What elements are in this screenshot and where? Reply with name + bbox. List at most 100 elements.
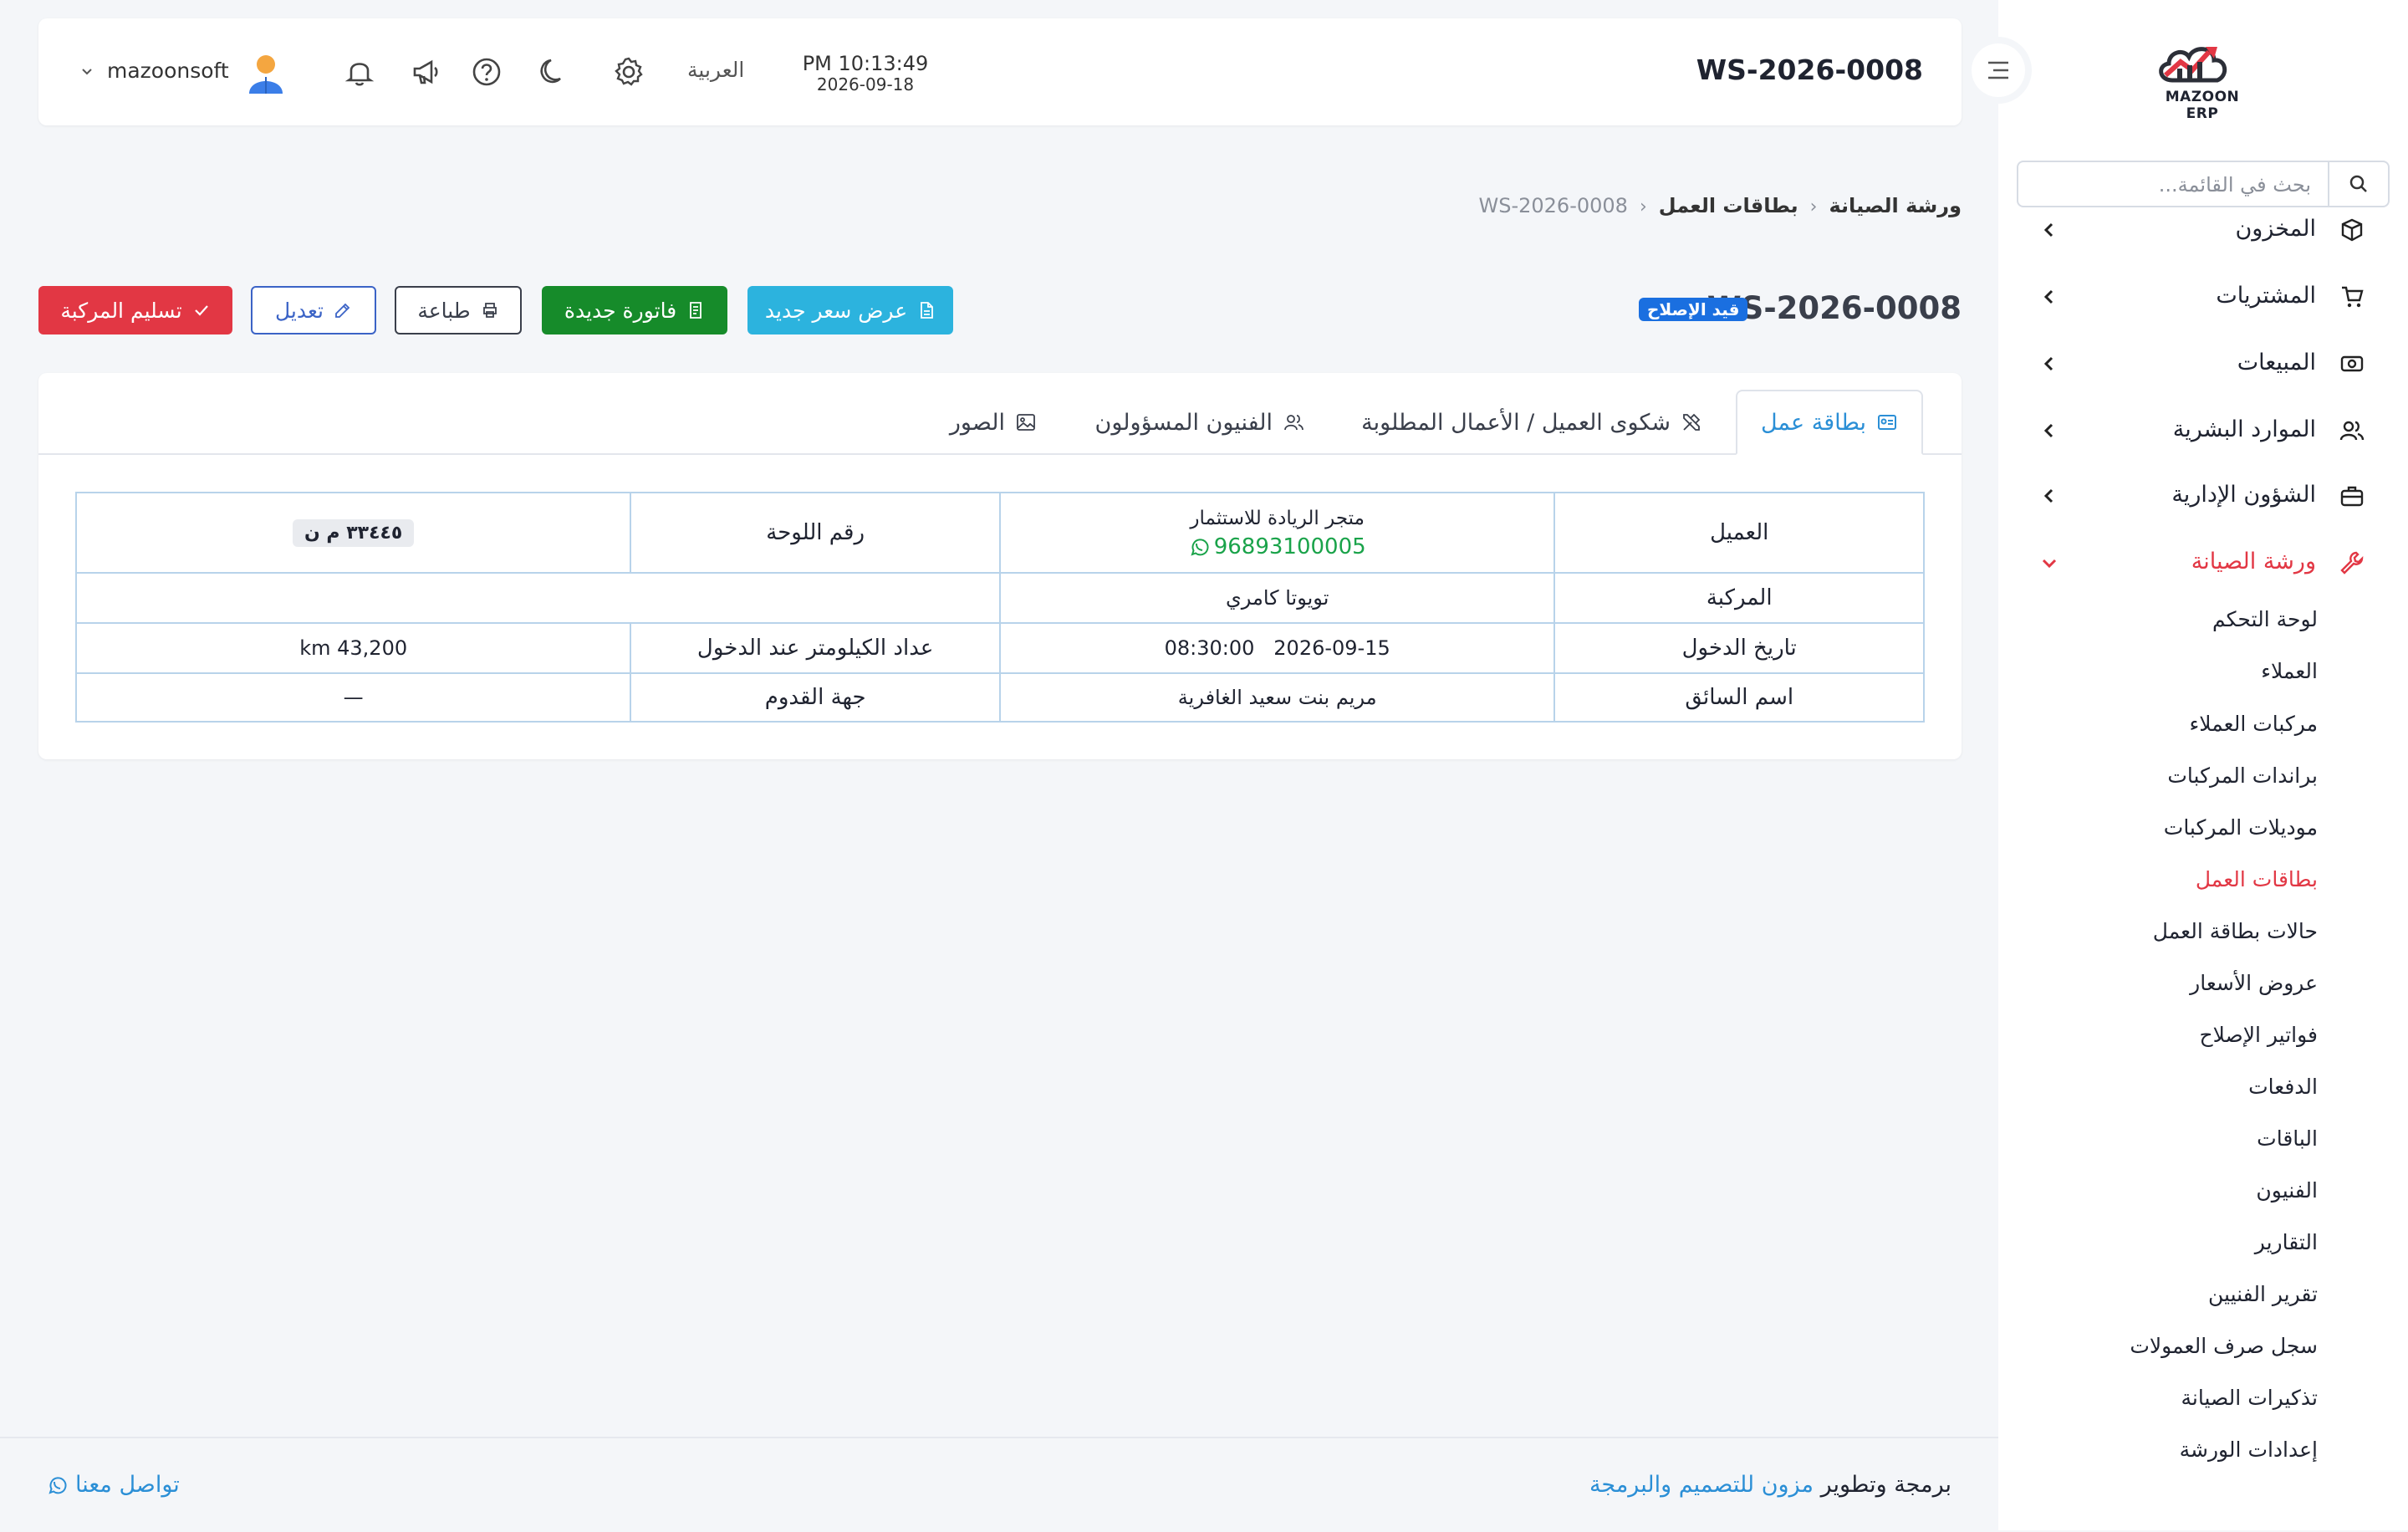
edit-icon xyxy=(335,303,350,318)
chevron-down-icon[interactable] xyxy=(80,65,94,79)
search-icon xyxy=(2349,175,2367,192)
sidebar-subitem-customer-vehicles[interactable]: مركبات العملاء xyxy=(2190,712,2318,736)
breadcrumb: ورشة الصيانة ‹ بطاقات العمل ‹ WS-2026-0008 xyxy=(1479,194,1962,217)
sidebar-subitem-reports[interactable]: التقارير xyxy=(2255,1230,2318,1254)
deliver-vehicle-button[interactable]: تسليم المركبة xyxy=(38,286,232,334)
footer: برمجة وتطوير مزون للتصميم والبرمجة تواصل… xyxy=(0,1437,1998,1532)
tab-complaints-label: شكوى العميل / الأعمال المطلوبة xyxy=(1361,409,1671,436)
megaphone-icon[interactable] xyxy=(410,55,443,89)
new-invoice-label: فاتورة جديدة xyxy=(564,298,677,323)
sidebar-item-inventory[interactable]: المخزون xyxy=(2023,207,2375,253)
sidebar-item-hr[interactable]: الموارد البشرية xyxy=(2023,408,2375,453)
tab-complaints[interactable]: شكوى العميل / الأعمال المطلوبة xyxy=(1361,390,1702,455)
sidebar-item-label: ورشة الصيانة xyxy=(2191,549,2316,574)
users-icon xyxy=(2339,421,2365,441)
tools-icon xyxy=(1683,413,1701,431)
contact-us-label: تواصل معنا xyxy=(75,1472,180,1498)
tab-technicians-label: الفنيون المسؤولون xyxy=(1094,409,1273,436)
table-row: تاريخ الدخول 2026-09-15 08:30:00 عداد ال… xyxy=(74,622,1925,674)
sidebar-item-workshop[interactable]: ورشة الصيانة xyxy=(2023,540,2375,585)
avatar[interactable] xyxy=(246,52,286,95)
entry-date-label: تاريخ الدخول xyxy=(1553,622,1925,674)
whatsapp-icon xyxy=(1191,538,1209,556)
sidebar-subitem-dashboard[interactable]: لوحة التحكم xyxy=(2212,607,2318,631)
tab-technicians[interactable]: الفنيون المسؤولون xyxy=(1095,390,1304,455)
sidebar-subitem-customers[interactable]: العملاء xyxy=(2261,659,2318,683)
sidebar-subitem-maintenance-reminders[interactable]: تذكيرات الصيانة xyxy=(2181,1386,2318,1410)
sidebar-subitem-quotations[interactable]: عروض الأسعار xyxy=(2190,971,2318,995)
vehicle-value: تويوتا كامري xyxy=(998,572,1556,624)
menu-icon xyxy=(1988,61,2008,79)
sidebar-item-admin[interactable]: الشؤون الإدارية xyxy=(2023,473,2375,518)
cart-icon xyxy=(2342,286,2364,308)
document-icon xyxy=(921,302,934,319)
sidebar-item-label: الموارد البشرية xyxy=(2172,416,2316,442)
sidebar-subitem-payments[interactable]: الدفعات xyxy=(2248,1075,2318,1099)
help-icon[interactable] xyxy=(470,55,503,89)
sidebar-item-label: الشؤون الإدارية xyxy=(2171,482,2316,508)
sidebar-subitem-commission-log[interactable]: سجل صرف العمولات xyxy=(2130,1334,2318,1358)
sidebar-toggle[interactable] xyxy=(1965,37,2032,104)
box-icon xyxy=(2341,218,2363,242)
plate-cell: ٣٣٤٤٥ م ن xyxy=(74,492,632,574)
edit-button[interactable]: تعديل xyxy=(251,286,376,334)
whatsapp-icon xyxy=(48,1476,67,1494)
sidebar-search-input[interactable] xyxy=(2042,171,2313,199)
sidebar-subitem-vehicle-models[interactable]: موديلات المركبات xyxy=(2164,815,2318,840)
sidebar-subitem-workshop-settings[interactable]: إعدادات الورشة xyxy=(2180,1438,2318,1462)
sidebar-subitem-packages[interactable]: الباقات xyxy=(2257,1126,2318,1151)
app-logo[interactable]: MAZOON ERP xyxy=(2147,37,2258,122)
footer-credit-prefix: برمجة وتطوير xyxy=(1820,1472,1951,1498)
bell-icon[interactable] xyxy=(343,55,376,89)
tab-job-card[interactable]: بطاقة عمل xyxy=(1735,390,1923,455)
image-icon xyxy=(1017,414,1035,431)
briefcase-icon xyxy=(2340,486,2364,507)
sidebar-subitem-technicians[interactable]: الفنيون xyxy=(2256,1178,2318,1203)
sidebar-subitem-repair-invoices[interactable]: فواتير الإصلاح xyxy=(2199,1023,2318,1047)
username[interactable]: mazoonsoft xyxy=(107,59,229,83)
sidebar-item-sales[interactable]: المبيعات xyxy=(2023,341,2375,386)
sidebar-toggle-button[interactable] xyxy=(1972,43,2025,97)
gear-icon[interactable] xyxy=(612,55,645,89)
new-quote-button[interactable]: عرض سعر جديد xyxy=(747,286,953,334)
job-info-table: العميل متجر الريادة للاستثمار 9689310000… xyxy=(74,492,1925,723)
sidebar-search[interactable] xyxy=(2017,161,2390,207)
table-row: العميل متجر الريادة للاستثمار 9689310000… xyxy=(74,492,1925,574)
driver-value: مريم بنت سعيد الغافرية xyxy=(998,672,1556,723)
breadcrumb-root[interactable]: ورشة الصيانة xyxy=(1829,194,1962,217)
customer-phone-link[interactable]: 96893100005 xyxy=(1189,533,1366,561)
sidebar-subitem-job-cards[interactable]: بطاقات العمل xyxy=(2196,867,2318,891)
new-quote-label: عرض سعر جديد xyxy=(764,298,908,323)
top-header: WS-2026-0008 PM 10:13:49 2026-09-18 العر… xyxy=(38,18,1962,125)
chevron-left-icon xyxy=(2043,356,2053,371)
customer-phone: 96893100005 xyxy=(1213,534,1366,559)
breadcrumb-section[interactable]: بطاقات العمل xyxy=(1659,194,1798,217)
wrench-icon xyxy=(2340,551,2364,574)
print-button[interactable]: طباعة xyxy=(395,286,522,334)
language-switch[interactable]: العربية xyxy=(687,58,744,82)
sidebar-item-purchases[interactable]: المشتريات xyxy=(2023,274,2375,319)
tab-photos[interactable]: الصور xyxy=(950,390,1037,455)
sidebar-item-label: المشتريات xyxy=(2216,283,2316,309)
contact-us-link[interactable]: تواصل معنا xyxy=(47,1472,180,1498)
vehicle-label: المركبة xyxy=(1553,572,1925,624)
sidebar-subitem-technician-report[interactable]: تقرير الفنيين xyxy=(2208,1282,2318,1306)
header-title: WS-2026-0008 xyxy=(1696,54,1923,86)
moon-icon[interactable] xyxy=(537,55,570,89)
deliver-vehicle-label: تسليم المركبة xyxy=(60,298,182,323)
plate-label: رقم اللوحة xyxy=(630,492,1001,574)
search-button[interactable] xyxy=(2328,162,2388,206)
tab-job-card-label: بطاقة عمل xyxy=(1760,409,1866,436)
breadcrumb-current: WS-2026-0008 xyxy=(1478,194,1628,217)
sidebar-subitem-vehicle-brands[interactable]: براندات المركبات xyxy=(2167,763,2318,788)
footer-company-link[interactable]: مزون للتصميم والبرمجة xyxy=(1589,1472,1814,1498)
entry-datetime: 2026-09-15 08:30:00 xyxy=(998,622,1556,674)
tab-photos-label: الصور xyxy=(949,409,1005,436)
table-row: المركبة تويوتا كامري xyxy=(75,572,1925,624)
sidebar-item-label: المبيعات xyxy=(2237,350,2316,375)
cash-icon xyxy=(2340,355,2364,372)
new-invoice-button[interactable]: فاتورة جديدة xyxy=(542,286,727,334)
sidebar-subitem-job-card-statuses[interactable]: حالات بطاقة العمل xyxy=(2153,919,2318,943)
logo-text: MAZOON ERP xyxy=(2165,89,2240,122)
users-icon xyxy=(1284,415,1303,431)
